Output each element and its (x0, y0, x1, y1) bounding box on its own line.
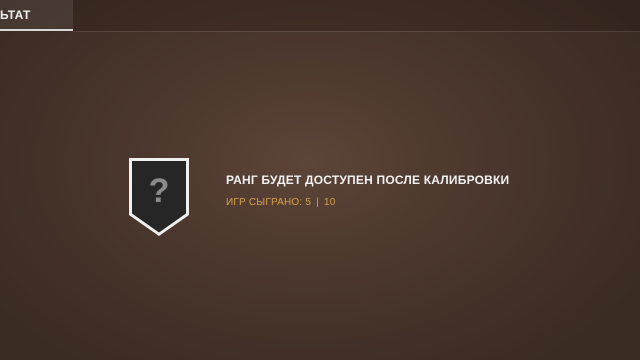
games-played-counter: ИГР СЫГРАНО: 5 | 10 (226, 197, 335, 208)
rank-unknown-icon: ? (128, 157, 190, 237)
rank-status-text: РАНГ БУДЕТ ДОСТУПЕН ПОСЛЕ КАЛИБРОВКИ (226, 173, 510, 187)
top-bar-divider (74, 31, 640, 32)
games-separator: | (316, 197, 319, 208)
question-mark-icon: ? (148, 172, 170, 210)
top-bar (0, 0, 640, 31)
tab-results[interactable]: ЬТАТ (0, 0, 73, 31)
games-required-value: 10 (323, 197, 336, 208)
tab-results-label: ЬТАТ (0, 8, 31, 22)
games-played-label: ИГР СЫГРАНО: (226, 197, 303, 208)
